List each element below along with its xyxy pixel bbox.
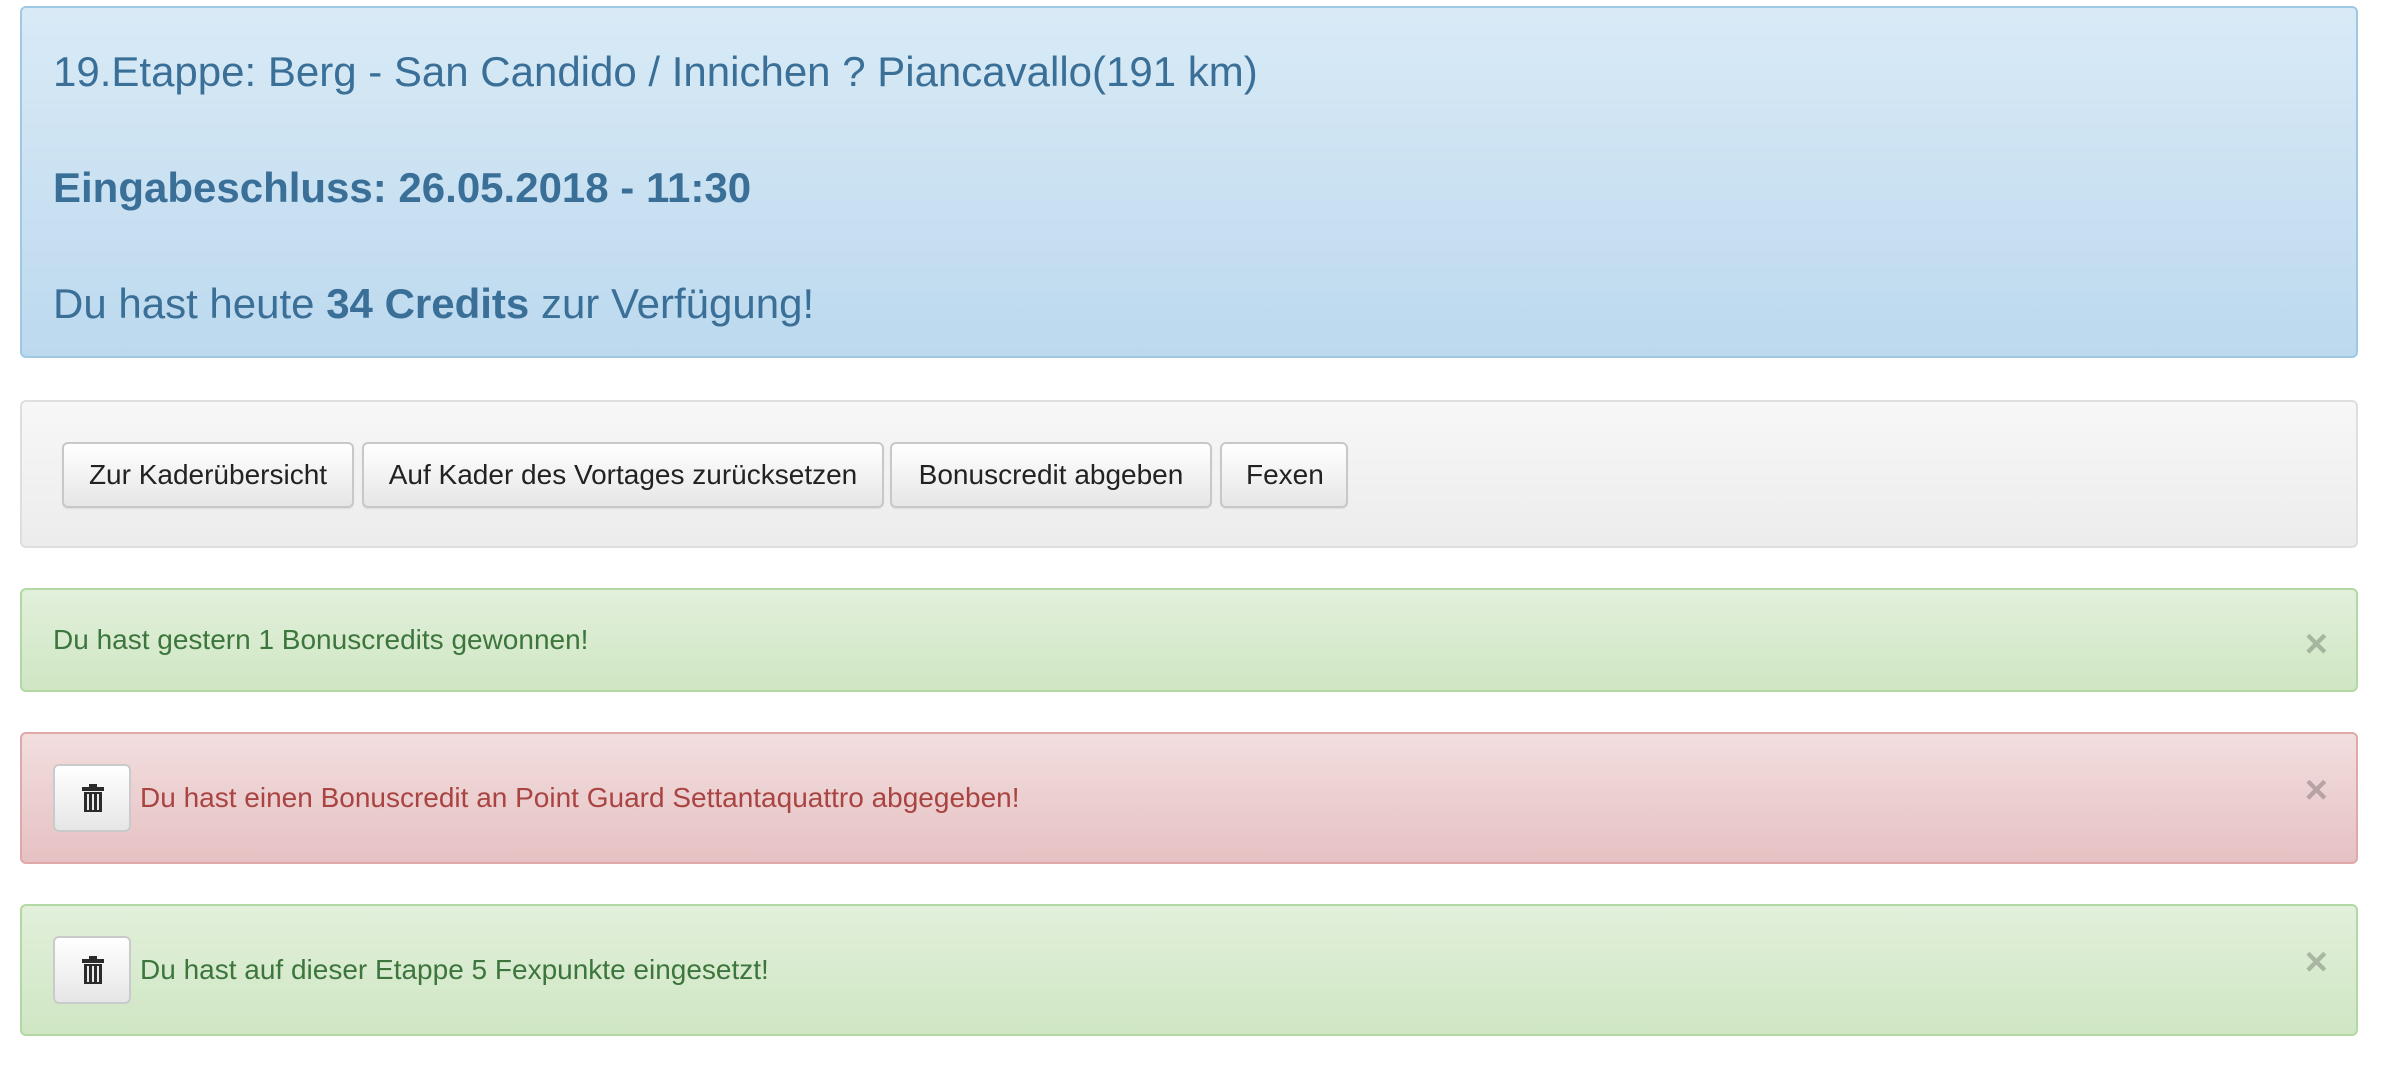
delete-button[interactable] [53, 764, 131, 832]
alert-message: Du hast einen Bonuscredit an Point Guard… [140, 782, 1020, 813]
trash-icon [82, 784, 104, 812]
bonus-won-alert: Du hast gestern 1 Bonuscredits gewonnen!… [20, 588, 2358, 692]
give-bonus-credit-button[interactable]: Bonuscredit abgeben [890, 442, 1212, 508]
delete-button[interactable] [53, 936, 131, 1004]
action-toolbar: Zur Kaderübersicht Auf Kader des Vortage… [20, 400, 2358, 548]
team-overview-button[interactable]: Zur Kaderübersicht [62, 442, 354, 508]
close-icon[interactable]: × [2305, 942, 2328, 982]
stage-info-panel: 19.Etappe: Berg - San Candido / Innichen… [20, 6, 2358, 358]
stage-title: 19.Etappe: Berg - San Candido / Innichen… [53, 48, 1258, 95]
close-icon[interactable]: × [2305, 770, 2328, 810]
reset-to-previous-team-button[interactable]: Auf Kader des Vortages zurücksetzen [362, 442, 884, 508]
page: 19.Etappe: Berg - San Candido / Innichen… [0, 0, 2384, 1070]
close-icon[interactable]: × [2305, 624, 2328, 664]
bonus-given-alert: Du hast einen Bonuscredit an Point Guard… [20, 732, 2358, 864]
entry-deadline: Eingabeschluss: 26.05.2018 - 11:30 [53, 164, 752, 211]
credits-suffix: zur Verfügung! [529, 280, 815, 327]
trash-icon [82, 956, 104, 984]
credits-value: 34 Credits [326, 280, 530, 327]
fexen-button[interactable]: Fexen [1220, 442, 1348, 508]
credits-prefix: Du hast heute [53, 280, 327, 327]
available-credits-text: Du hast heute 34 Credits zur Verfügung! [53, 276, 814, 332]
fexpoints-used-alert: Du hast auf dieser Etappe 5 Fexpunkte ei… [20, 904, 2358, 1036]
alert-message: Du hast auf dieser Etappe 5 Fexpunkte ei… [140, 954, 769, 985]
alert-message: Du hast gestern 1 Bonuscredits gewonnen! [53, 624, 589, 655]
